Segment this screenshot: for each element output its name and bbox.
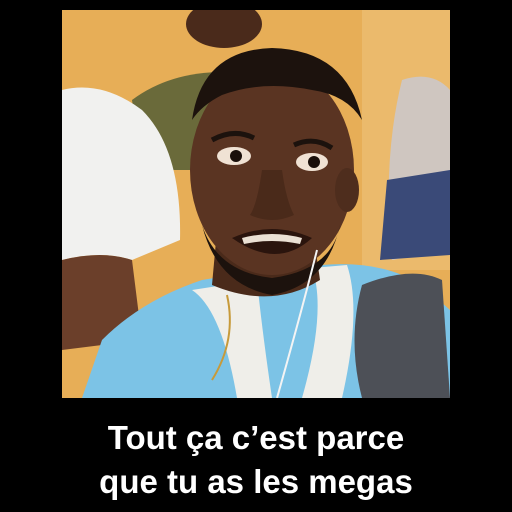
background-person-right-pattern [380,170,450,260]
subject-jacket [354,273,450,398]
caption-line-2: que tu as les megas [99,463,413,500]
meme-frame: Tout ça c’est parce que tu as les megas [0,0,512,512]
subject-ear [335,168,359,212]
meme-caption: Tout ça c’est parce que tu as les megas [0,412,512,508]
meme-photo [62,10,450,398]
photo-illustration [62,10,450,398]
caption-line-1: Tout ça c’est parce [107,419,405,456]
